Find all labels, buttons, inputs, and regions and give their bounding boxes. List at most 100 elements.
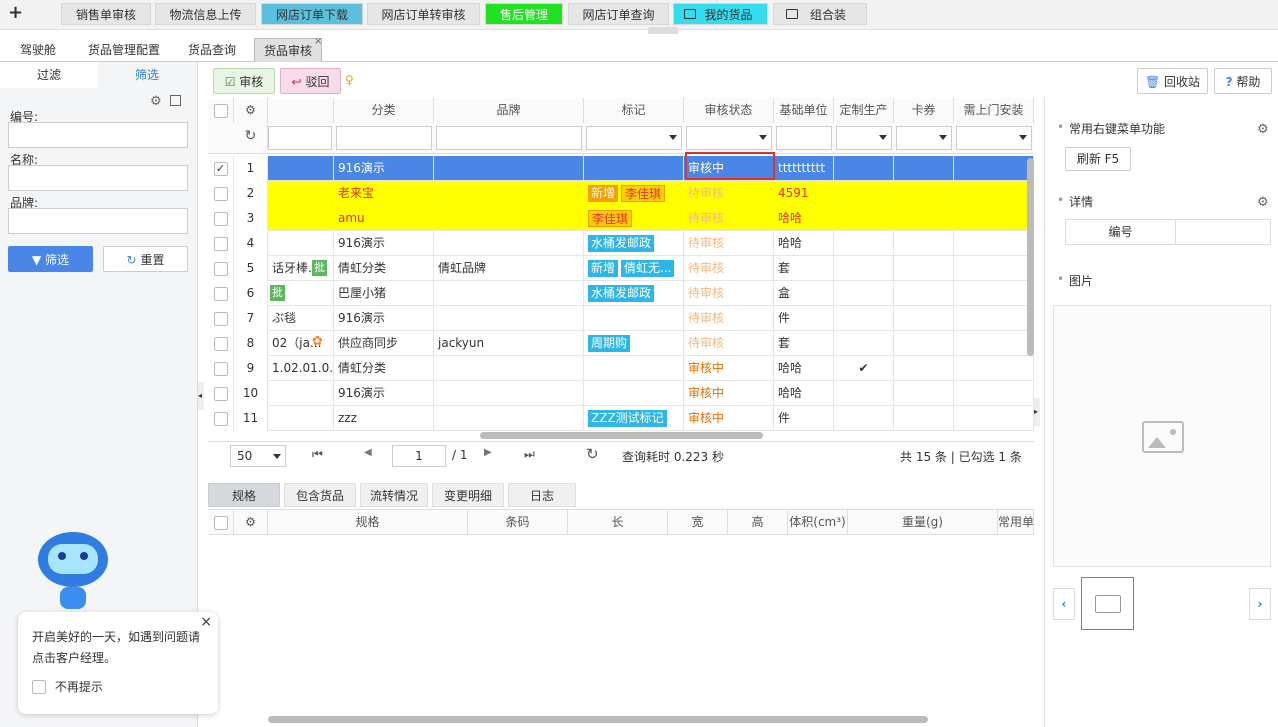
left-collapse-handle[interactable]: ◂ (198, 382, 204, 410)
header-base-unit[interactable]: 基础单位 (774, 98, 834, 123)
prev-page-icon[interactable]: ◀ (364, 447, 372, 458)
gear-icon[interactable]: ⚙ (245, 103, 256, 117)
tab-logistics-upload[interactable]: 物流信息上传 (155, 3, 256, 25)
tab-change-detail[interactable]: 变更明细 (432, 483, 504, 507)
spec-select-all-checkbox[interactable] (213, 515, 228, 530)
spec-header-height[interactable]: 高 (728, 510, 788, 535)
vertical-scrollbar[interactable] (1027, 158, 1034, 356)
header-category[interactable]: 分类 (334, 98, 434, 123)
gear-icon[interactable]: ⚙ (1257, 123, 1269, 136)
row-checkbox[interactable] (213, 336, 228, 351)
collapse-handle[interactable] (648, 27, 678, 34)
tab-order-query[interactable]: 网店订单查询 (568, 3, 669, 25)
row-checkbox[interactable] (213, 186, 228, 201)
spec-header-length[interactable]: 长 (568, 510, 668, 535)
filter-base-unit[interactable] (776, 126, 832, 150)
reset-button[interactable]: ↻ 重置 (103, 246, 188, 272)
next-page-icon[interactable]: ▶ (484, 447, 492, 458)
right-collapse-handle[interactable]: ▸ (1034, 398, 1040, 426)
tab-filter[interactable]: 过滤 (0, 62, 98, 88)
filter-brand[interactable] (436, 126, 582, 150)
tab-included-goods[interactable]: 包含货品 (284, 483, 356, 507)
tab-order-to-audit[interactable]: 网店订单转审核 (367, 3, 480, 25)
tab-order-download[interactable]: 网店订单下载 (261, 3, 363, 25)
page-size-select[interactable]: 50 (230, 445, 286, 467)
refresh-icon[interactable]: ↻ (234, 124, 268, 149)
row-checkbox[interactable] (213, 386, 228, 401)
row-checkbox[interactable] (213, 361, 228, 376)
horizontal-scrollbar[interactable] (480, 432, 763, 439)
filter-mark[interactable] (586, 126, 682, 150)
spec-header-barcode[interactable]: 条码 (468, 510, 568, 535)
spec-header-weight[interactable]: 重量(g) (848, 510, 998, 535)
tab-my-goods[interactable]: 我的货品 (673, 3, 768, 25)
name-input[interactable] (8, 165, 188, 191)
table-row[interactable]: 5 话牙棒... 倩虹分类 倩虹品牌 新增 倩虹无... 待审核套批 (208, 256, 1034, 281)
spec-horizontal-scrollbar[interactable] (268, 716, 928, 723)
last-page-icon[interactable]: ⏭ (524, 447, 535, 462)
tab-combo[interactable]: 组合装 (773, 3, 867, 25)
header-coupon[interactable]: 卡券 (894, 98, 954, 123)
number-input[interactable] (8, 122, 188, 148)
tab-log[interactable]: 日志 (508, 483, 576, 507)
table-row[interactable]: 6 巴厘小猪 水桶发邮政 待审核盒 批 (208, 281, 1034, 306)
spec-header-width[interactable]: 宽 (668, 510, 728, 535)
spec-header-spec[interactable]: 规格 (268, 510, 468, 535)
table-row[interactable]: 4 916演示 水桶发邮政 待审核 哈哈 (208, 231, 1034, 256)
table-row[interactable]: 11 zzz ZZZ测试标记 审核中件 (208, 406, 1034, 431)
audit-button[interactable]: ☑ 审核 (213, 68, 275, 94)
column-settings[interactable]: ⚙ (234, 98, 268, 123)
table-row[interactable]: 2 老来宝 新增 李佳琪 待审核 4591 (208, 181, 1034, 206)
recycle-bin-button[interactable]: 🗑 回收站 (1137, 68, 1208, 94)
filter-custom-made[interactable] (836, 126, 892, 150)
image-preview[interactable] (1053, 305, 1271, 567)
subtab-goods-config[interactable]: 货品管理配置 (80, 38, 168, 62)
filter-category[interactable] (336, 126, 432, 150)
gear-icon[interactable]: ⚙ (1257, 196, 1269, 209)
close-icon[interactable]: × (314, 36, 322, 47)
table-row[interactable]: 8 02（ja... 供应商同步 jackyun 周期购 待审核套 ✿ (208, 331, 1034, 356)
row-checkbox[interactable] (213, 286, 228, 301)
brand-input[interactable] (8, 208, 188, 234)
dont-show-checkbox[interactable] (32, 679, 46, 694)
robot-mascot[interactable] (38, 532, 108, 612)
row-checkbox[interactable] (213, 411, 228, 426)
filter-coupon[interactable] (896, 126, 952, 150)
header-mark[interactable]: 标记 (584, 98, 684, 123)
first-page-icon[interactable]: ⏮ (312, 447, 323, 462)
subtab-goods-query[interactable]: 货品查询 (178, 38, 246, 62)
dont-show-again[interactable]: 不再提示 (32, 678, 103, 695)
refresh-button[interactable]: 刷新 F5 (1065, 147, 1131, 171)
header-audit-status[interactable]: 审核状态 (684, 98, 774, 123)
spec-header-common-unit[interactable]: 常用单 (998, 510, 1034, 535)
spec-header-volume[interactable]: 体积(cm³) (788, 510, 848, 535)
tab-flow[interactable]: 流转情况 (360, 483, 428, 507)
tab-spec[interactable]: 规格 (208, 483, 280, 507)
lightbulb-icon[interactable]: ♀ (345, 73, 354, 87)
table-row[interactable]: 9 1.02.01.0... 倩虹分类 审核中 哈哈 ✔ (208, 356, 1034, 381)
subtab-cockpit[interactable]: 驾驶舱 (8, 38, 68, 62)
filter-install[interactable] (956, 126, 1032, 150)
prev-image-button[interactable]: ‹ (1053, 588, 1075, 620)
image-thumbnail[interactable] (1081, 577, 1134, 630)
table-row[interactable]: 3 amu 李佳琪 待审核 哈哈 (208, 206, 1034, 231)
row-checkbox[interactable] (213, 261, 228, 276)
screen-button[interactable]: ▼ 筛选 (8, 246, 93, 272)
next-image-button[interactable]: › (1249, 588, 1271, 620)
table-row[interactable]: 10 916演示 审核中 哈哈 (208, 381, 1034, 406)
table-row[interactable]: 7 ぶ毯 916演示 待审核件 (208, 306, 1034, 331)
page-input[interactable]: 1 (392, 445, 446, 467)
header-code[interactable] (268, 98, 334, 123)
reload-icon[interactable]: ↻ (586, 445, 599, 463)
add-tab-icon[interactable]: + (8, 2, 23, 23)
filter-code[interactable] (268, 126, 332, 150)
row-checkbox[interactable]: ✓ (213, 161, 228, 176)
row-checkbox[interactable] (213, 311, 228, 326)
row-checkbox[interactable] (213, 211, 228, 226)
filter-audit-status[interactable] (686, 126, 772, 150)
help-button[interactable]: ? 帮助 (1214, 68, 1272, 94)
gear-icon[interactable]: ⚙ (234, 510, 268, 535)
subtab-goods-audit[interactable]: 货品审核 (254, 38, 322, 62)
row-checkbox[interactable] (213, 236, 228, 251)
tab-screen[interactable]: 筛选 (98, 62, 196, 88)
